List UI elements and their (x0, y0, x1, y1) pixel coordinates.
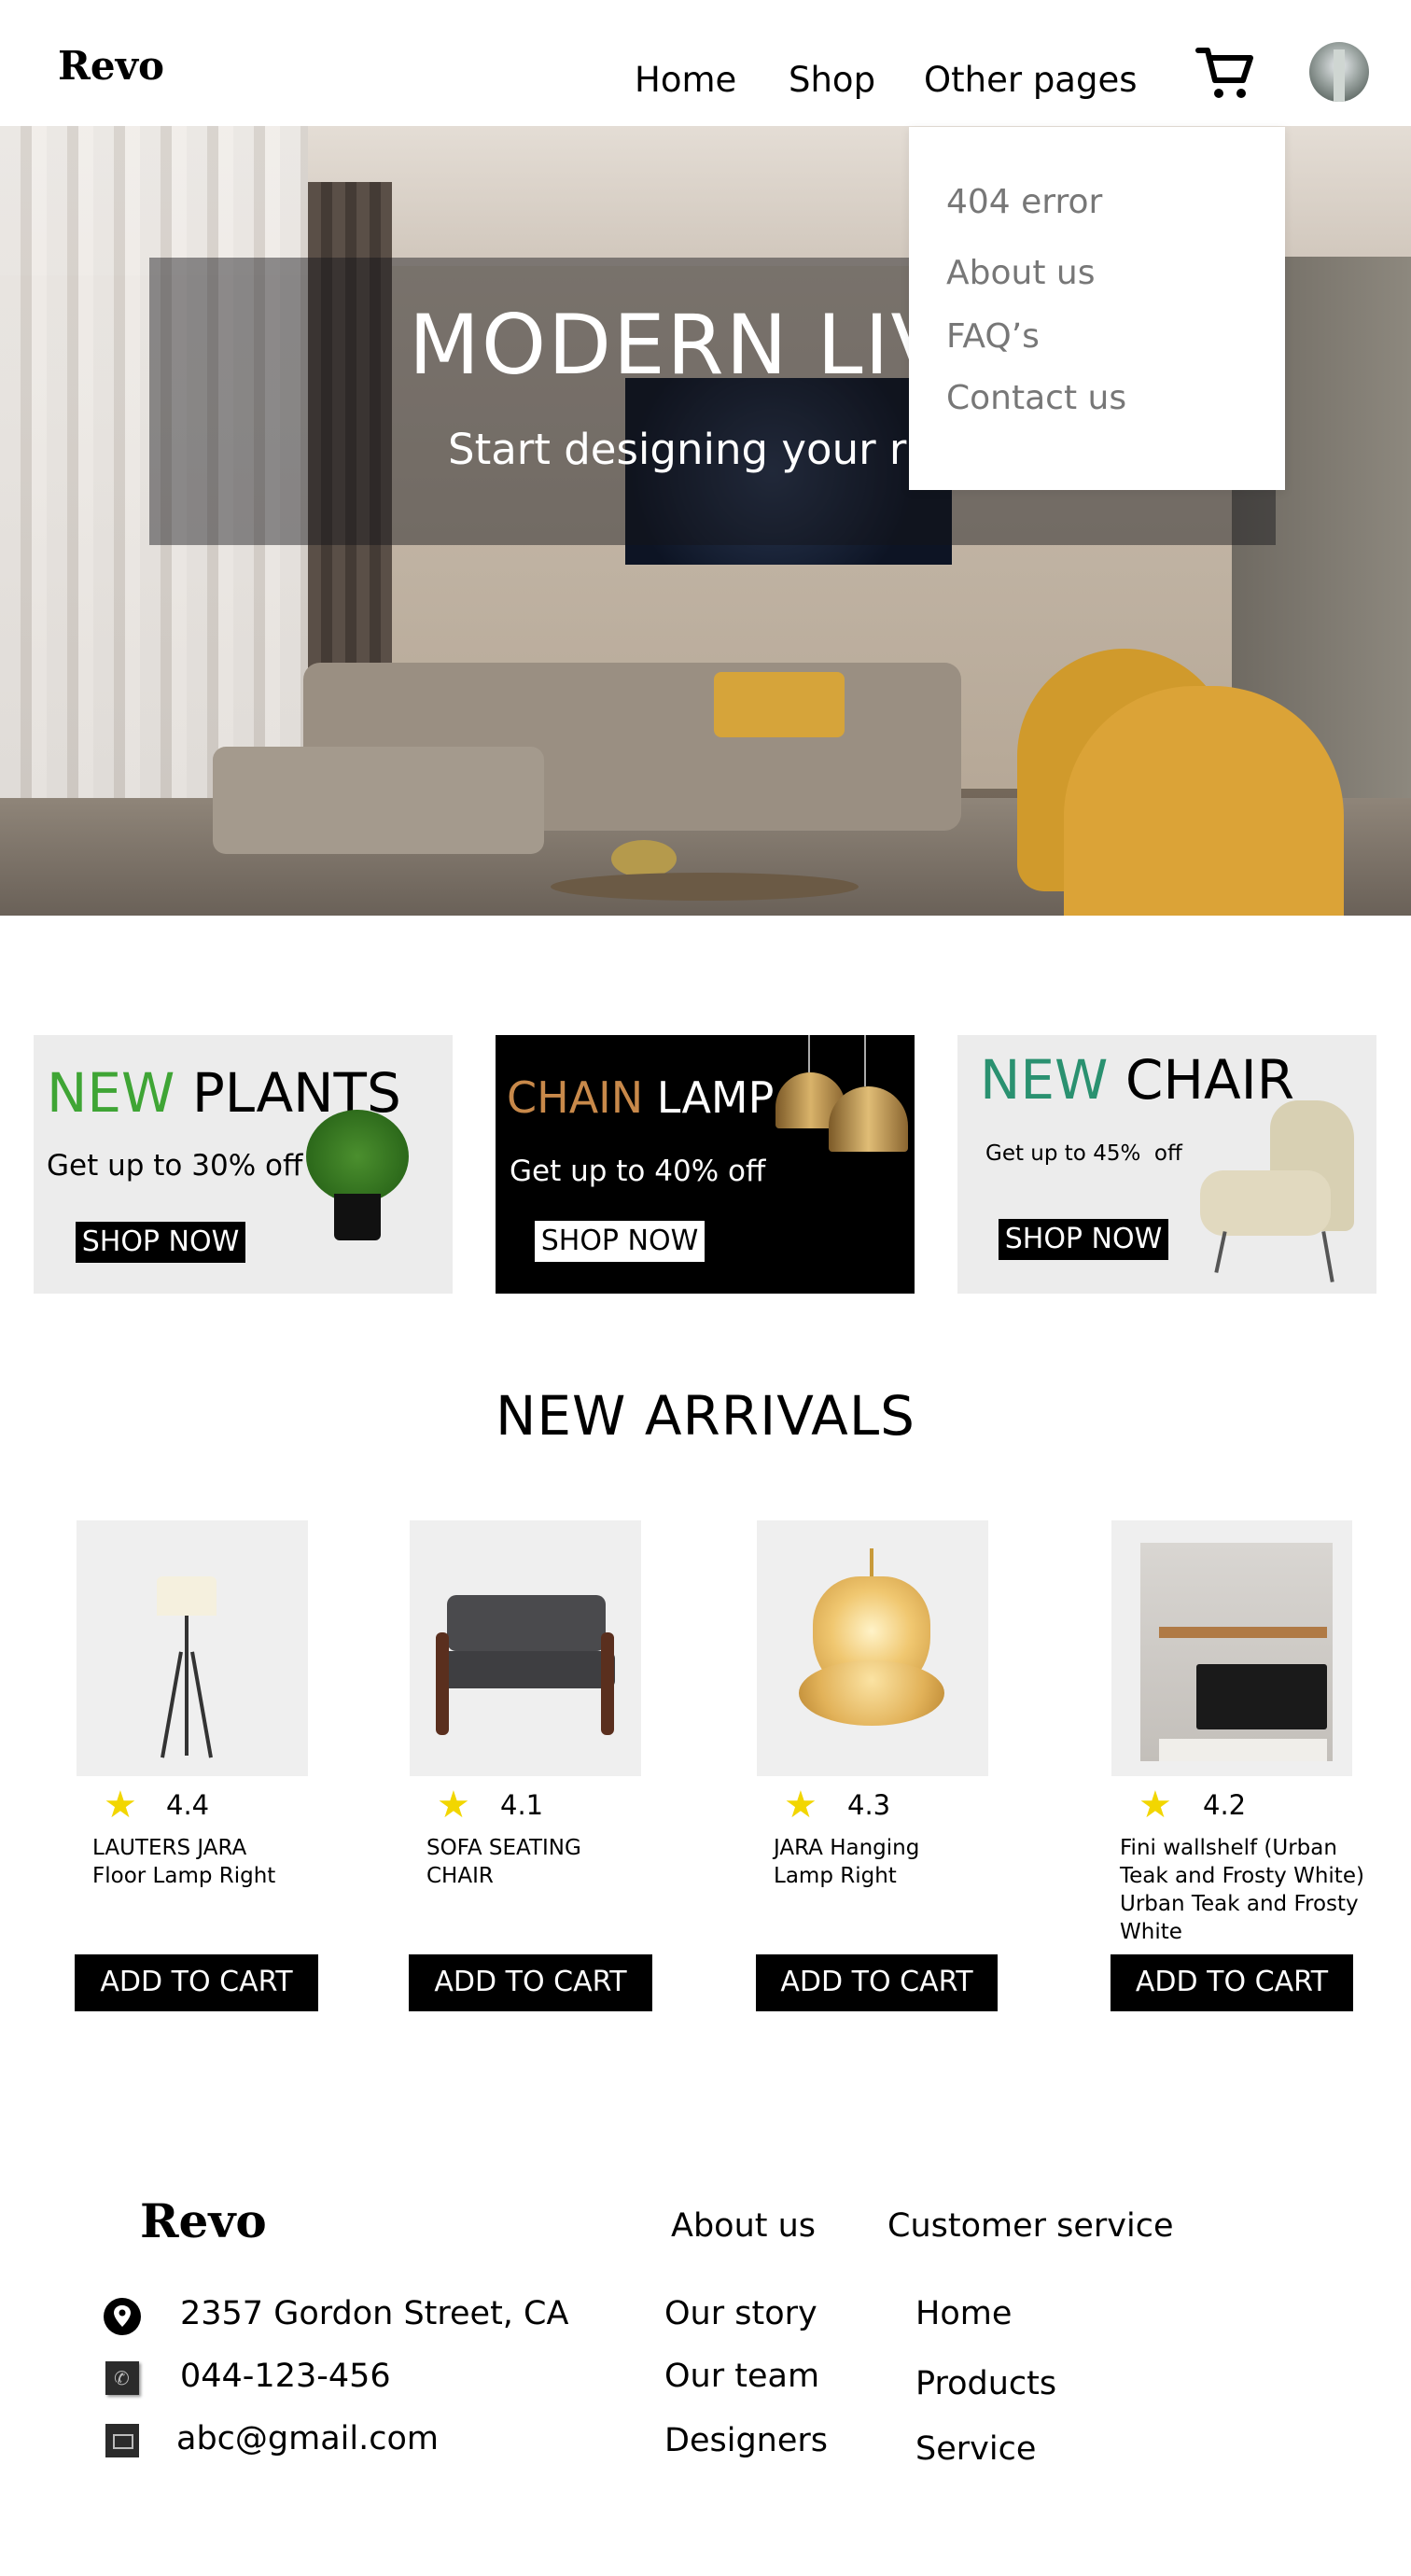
footer-link-our-story[interactable]: Our story (664, 2295, 817, 2332)
shop-now-button[interactable]: SHOP NOW (535, 1221, 705, 1262)
avatar[interactable] (1309, 42, 1369, 102)
promo-card-chair[interactable]: NEW CHAIR Get up to 45% off SHOP NOW (957, 1035, 1376, 1294)
phone-icon: ✆ (105, 2361, 139, 2395)
footer-link-products[interactable]: Products (915, 2365, 1056, 2402)
dropdown-item-about[interactable]: About us (946, 254, 1095, 292)
promo-accent: NEW (980, 1048, 1109, 1112)
add-to-cart-button[interactable]: ADD TO CART (756, 1954, 998, 2011)
promo-text: Get up to 40% off (510, 1155, 766, 1188)
product-rating: 4.3 (847, 1789, 891, 1821)
shop-now-button[interactable]: SHOP NOW (76, 1222, 245, 1263)
footer-col2-title: Customer service (887, 2207, 1174, 2245)
footer-logo[interactable]: Revo (140, 2193, 267, 2248)
star-icon: ★ (784, 1784, 817, 1827)
shop-now-button[interactable]: SHOP NOW (999, 1219, 1168, 1260)
promo-text: Get up to 45% off (985, 1141, 1182, 1166)
product-name: LAUTERS JARA Floor Lamp Right (92, 1836, 276, 1888)
product-image-wallshelf[interactable] (1111, 1520, 1352, 1776)
dropdown-item-contact[interactable]: Contact us (946, 379, 1126, 417)
footer-address: 2357 Gordon Street, CA (180, 2295, 569, 2332)
footer-link-service[interactable]: Service (915, 2430, 1036, 2468)
footer-col1-title: About us (671, 2207, 817, 2245)
add-to-cart-button[interactable]: ADD TO CART (1111, 1954, 1353, 2011)
pendant-lamp-image (771, 1035, 911, 1166)
product-name: JARA Hanging Lamp Right (774, 1836, 920, 1888)
nav-other-pages[interactable]: Other pages (924, 60, 1138, 100)
logo[interactable]: Revo (58, 43, 164, 89)
promo-card-plants[interactable]: NEW PLANTS Get up to 30% off SHOP NOW (34, 1035, 453, 1294)
product-image-sofa-chair[interactable] (410, 1520, 641, 1776)
star-icon: ★ (104, 1784, 137, 1827)
product-image-floor-lamp[interactable] (77, 1520, 308, 1776)
promo-accent: CHAIN (507, 1072, 644, 1123)
product-rating: 4.1 (500, 1789, 544, 1821)
nav-shop[interactable]: Shop (789, 60, 875, 100)
promo-text: Get up to 30% off (47, 1149, 303, 1183)
section-title: NEW ARRIVALS (496, 1384, 915, 1448)
dropdown-item-faqs[interactable]: FAQ’s (946, 317, 1040, 356)
product-name: Fini wallshelf (Urban Teak and Frosty Wh… (1120, 1836, 1364, 1944)
star-icon: ★ (437, 1784, 470, 1827)
footer-link-designers[interactable]: Designers (664, 2422, 828, 2459)
footer-link-our-team[interactable]: Our team (664, 2358, 819, 2395)
footer-email[interactable]: abc@gmail.com (176, 2420, 439, 2457)
hero-title: MODERN LIV (409, 297, 949, 393)
add-to-cart-button[interactable]: ADD TO CART (75, 1954, 318, 2011)
nav-home[interactable]: Home (635, 60, 736, 100)
promo-title-text: LAMP (643, 1072, 775, 1123)
product-name: SOFA SEATING CHAIR (426, 1836, 581, 1888)
cart-icon[interactable] (1194, 43, 1256, 103)
product-image-hanging-lamp[interactable] (757, 1520, 988, 1776)
email-icon (105, 2424, 139, 2457)
plant-image (287, 1110, 427, 1259)
chair-image (1186, 1100, 1363, 1282)
add-to-cart-button[interactable]: ADD TO CART (409, 1954, 652, 2011)
promo-title: CHAIN LAMP (507, 1072, 774, 1123)
star-icon: ★ (1139, 1784, 1172, 1827)
other-pages-dropdown: 404 error About us FAQ’s Contact us (909, 127, 1285, 490)
hero-subtitle: Start designing your r (448, 425, 907, 474)
promo-card-lamp[interactable]: CHAIN LAMP Get up to 40% off SHOP NOW (496, 1035, 915, 1294)
footer-link-home[interactable]: Home (915, 2295, 1012, 2332)
product-rating: 4.4 (166, 1789, 210, 1821)
location-icon (103, 2297, 142, 2336)
promo-accent: NEW (47, 1061, 175, 1125)
footer-phone[interactable]: 044-123-456 (180, 2358, 391, 2395)
dropdown-item-404[interactable]: 404 error (946, 183, 1102, 221)
product-rating: 4.2 (1203, 1789, 1247, 1821)
